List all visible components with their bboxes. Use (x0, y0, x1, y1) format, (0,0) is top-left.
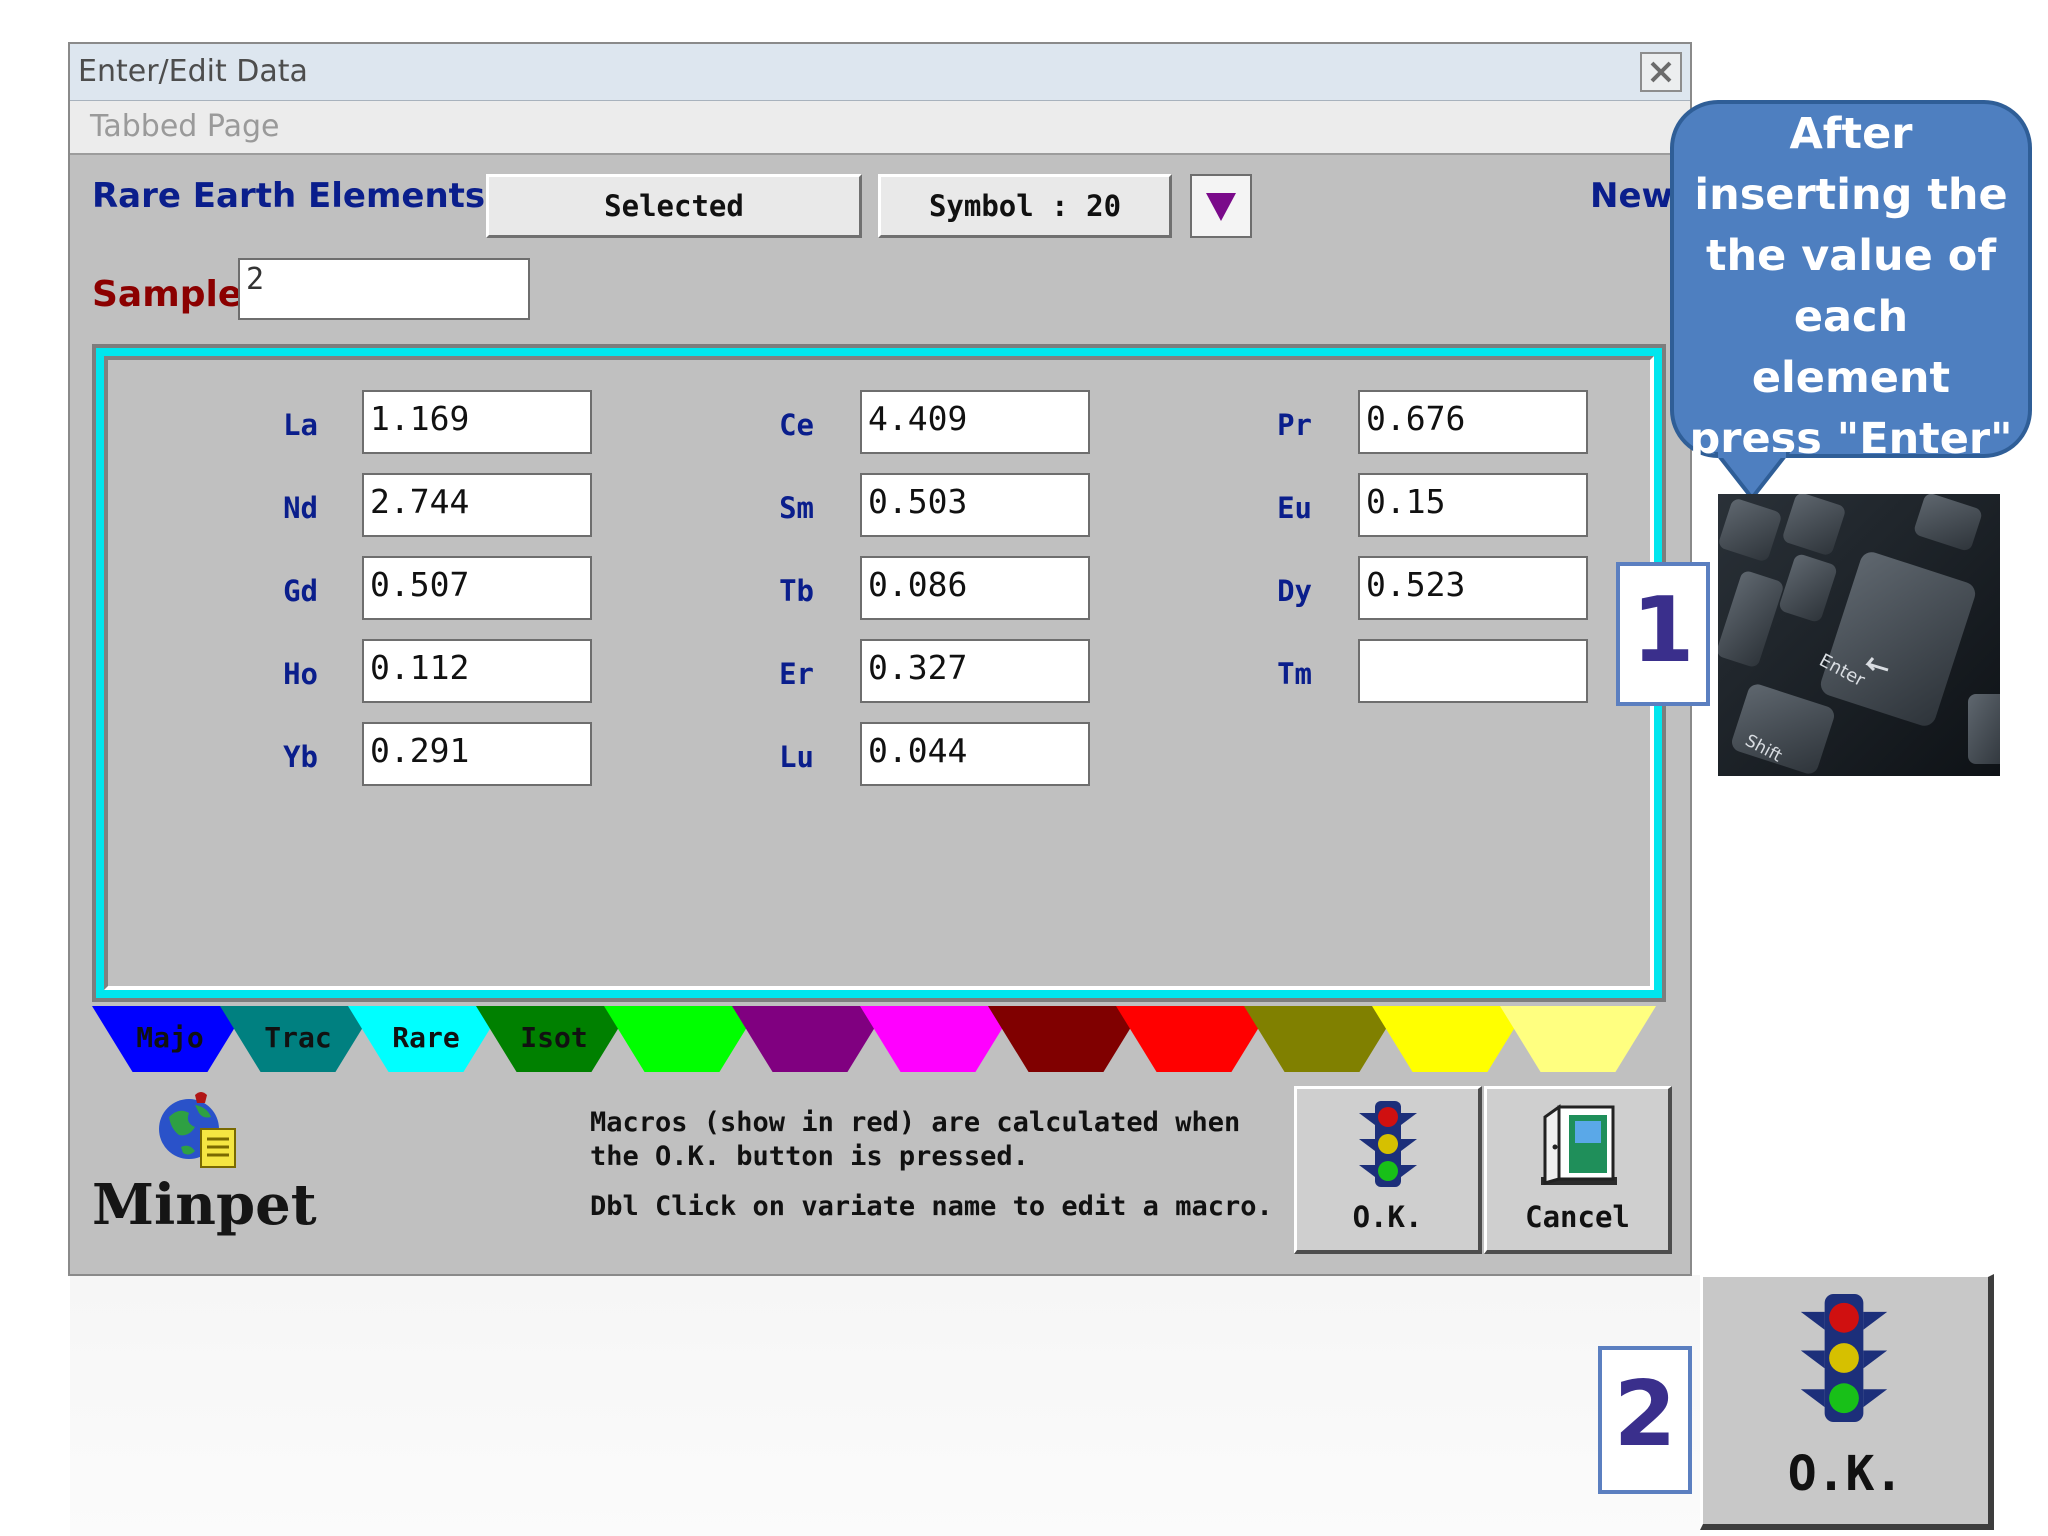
enter-edit-data-dialog: Enter/Edit Data Tabbed Page Rare Earth E… (68, 42, 1692, 1276)
step-2-badge: 2 (1598, 1346, 1692, 1494)
tab-rare[interactable]: Rare (348, 1006, 504, 1072)
element-label-tm[interactable]: Tm (1242, 657, 1312, 691)
element-label-yb[interactable]: Yb (248, 740, 318, 774)
element-input-tm[interactable] (1358, 639, 1588, 703)
selected-button[interactable]: Selected (486, 174, 862, 238)
dropdown-button[interactable] (1190, 174, 1252, 238)
callout-line: element (1751, 353, 1951, 403)
element-input-tb[interactable]: 0.086 (860, 556, 1090, 620)
symbol-button[interactable]: Symbol : 20 (878, 174, 1172, 238)
element-input-ce[interactable]: 4.409 (860, 390, 1090, 454)
close-button[interactable] (1640, 52, 1682, 92)
element-input-nd[interactable]: 2.744 (362, 473, 592, 537)
macro-note-line1: Macros (show in red) are calculated when (590, 1107, 1241, 1138)
callout-pointer (1713, 452, 1791, 500)
menu-bar: Tabbed Page (70, 101, 1690, 155)
tab-color-5[interactable] (604, 1006, 760, 1072)
element-label-eu[interactable]: Eu (1242, 491, 1312, 525)
tab-color-6[interactable] (732, 1006, 888, 1072)
element-label-dy[interactable]: Dy (1242, 574, 1312, 608)
element-input-yb[interactable]: 0.291 (362, 722, 592, 786)
ok-button[interactable]: O.K. (1294, 1086, 1482, 1254)
door-exit-icon (1540, 1104, 1617, 1185)
step-1-badge: 1 (1616, 562, 1710, 706)
ok-button-zoomed-label: O.K. (1787, 1446, 1904, 1502)
slide-background (70, 1275, 1700, 1536)
macro-note-line3: Dbl Click on variate name to edit a macr… (590, 1191, 1273, 1222)
ok-button-zoomed[interactable]: O.K. (1700, 1274, 1994, 1530)
element-input-er[interactable]: 0.327 (860, 639, 1090, 703)
window-title: Enter/Edit Data (78, 54, 308, 89)
ok-button-label: O.K. (1352, 1200, 1423, 1234)
triangle-down-icon (1206, 193, 1236, 221)
element-input-lu[interactable]: 0.044 (860, 722, 1090, 786)
element-label-ce[interactable]: Ce (744, 408, 814, 442)
sample-label: Sample (92, 274, 243, 315)
callout-line: inserting the (1694, 170, 2008, 220)
element-label-lu[interactable]: Lu (744, 740, 814, 774)
cancel-button-label: Cancel (1525, 1200, 1630, 1234)
tab-isot[interactable]: Isot (476, 1006, 632, 1072)
globe-icon (159, 1092, 236, 1168)
traffic-light-icon (1358, 1101, 1417, 1187)
element-input-pr[interactable]: 0.676 (1358, 390, 1588, 454)
page-tabs: Majo Trac Rare Isot (92, 1006, 1666, 1072)
element-input-eu[interactable]: 0.15 (1358, 473, 1588, 537)
callout-line: each (1793, 292, 1909, 342)
menu-item-tabbed-page[interactable]: Tabbed Page (90, 109, 280, 144)
element-label-tb[interactable]: Tb (744, 574, 814, 608)
tab-color-7[interactable] (860, 1006, 1016, 1072)
close-icon (1650, 61, 1672, 83)
element-label-pr[interactable]: Pr (1242, 408, 1312, 442)
sample-input[interactable]: 2 (238, 258, 530, 320)
callout-text: After inserting the the value of each elemen… (1674, 104, 2028, 470)
macro-note-line2: the O.K. button is pressed. (590, 1141, 1029, 1172)
element-label-sm[interactable]: Sm (744, 491, 814, 525)
tab-color-8[interactable] (988, 1006, 1144, 1072)
element-input-gd[interactable]: 0.507 (362, 556, 592, 620)
callout-line: the value of (1705, 231, 1997, 281)
element-label-er[interactable]: Er (744, 657, 814, 691)
traffic-light-icon (1800, 1293, 1888, 1423)
elements-panel: La 1.169 Ce 4.409 Pr 0.676 Nd 2.744 Sm 0.503 Eu 0.1… (92, 344, 1666, 1002)
tab-trac[interactable]: Trac (220, 1006, 376, 1072)
elements-panel-inner: La 1.169 Ce 4.409 Pr 0.676 Nd 2.744 Sm 0.503 Eu 0.1… (104, 356, 1654, 990)
element-label-gd[interactable]: Gd (248, 574, 318, 608)
element-input-sm[interactable]: 0.503 (860, 473, 1090, 537)
cancel-button[interactable]: Cancel (1484, 1086, 1672, 1254)
element-label-ho[interactable]: Ho (248, 657, 318, 691)
element-label-nd[interactable]: Nd (248, 491, 318, 525)
minpet-logo-text: Minpet (92, 1172, 317, 1238)
tab-color-10[interactable] (1244, 1006, 1400, 1072)
element-input-dy[interactable]: 0.523 (1358, 556, 1588, 620)
element-input-ho[interactable]: 0.112 (362, 639, 592, 703)
tab-color-9[interactable] (1116, 1006, 1272, 1072)
new-label[interactable]: New (1590, 176, 1673, 216)
tab-color-12[interactable] (1500, 1006, 1656, 1072)
tab-color-11[interactable] (1372, 1006, 1528, 1072)
tab-majo[interactable]: Majo (92, 1006, 248, 1072)
enter-key-photo: Enter Shift (1718, 494, 2000, 776)
element-label-la[interactable]: La (248, 408, 318, 442)
element-input-la[interactable]: 1.169 (362, 390, 592, 454)
title-bar: Enter/Edit Data (70, 44, 1690, 101)
section-heading: Rare Earth Elements (92, 176, 486, 216)
callout-line: After (1789, 109, 1913, 159)
instruction-callout: After inserting the the value of each elemen… (1670, 100, 2032, 464)
